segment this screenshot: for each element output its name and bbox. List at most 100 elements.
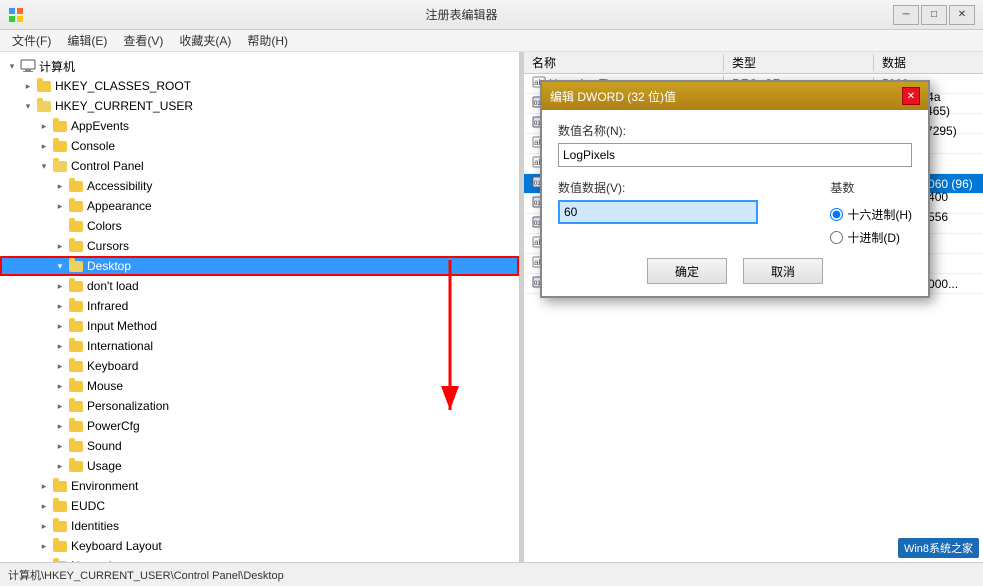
dialog-name-input[interactable] [558, 143, 912, 167]
expander-infrared[interactable]: ▸ [52, 298, 68, 314]
menu-file[interactable]: 文件(F) [4, 30, 59, 51]
hive-icon [36, 78, 52, 94]
tree-label-classes-root: HKEY_CLASSES_ROOT [55, 79, 191, 93]
expander-classes-root[interactable]: ▸ [20, 78, 36, 94]
menu-favorites[interactable]: 收藏夹(A) [171, 30, 239, 51]
expander-accessibility[interactable]: ▸ [52, 178, 68, 194]
expander-identities[interactable]: ▸ [36, 518, 52, 534]
folder-icon-desktop [68, 258, 84, 274]
expander-appevents[interactable]: ▸ [36, 118, 52, 134]
tree-node-eudc[interactable]: ▸ EUDC [0, 496, 519, 516]
tree-node-powercfg[interactable]: ▸ PowerCfg [0, 416, 519, 436]
tree-node-colors[interactable]: ▸ Colors [0, 216, 519, 236]
expander-input-method[interactable]: ▸ [52, 318, 68, 334]
dialog-data-label: 数值数据(V): [558, 179, 814, 196]
radio-dec[interactable] [830, 231, 843, 244]
win8-watermark: Win8系统之家 [898, 538, 979, 558]
folder-icon-keyboard [68, 358, 84, 374]
tree-node-infrared[interactable]: ▸ Infrared [0, 296, 519, 316]
menu-view[interactable]: 查看(V) [115, 30, 171, 51]
tree-node-environment[interactable]: ▸ Environment [0, 476, 519, 496]
radio-hex[interactable] [830, 208, 843, 221]
status-bar: 计算机\HKEY_CURRENT_USER\Control Panel\Desk… [0, 562, 983, 586]
tree-node-cursors[interactable]: ▸ Cursors [0, 236, 519, 256]
menu-bar: 文件(F) 编辑(E) 查看(V) 收藏夹(A) 帮助(H) [0, 30, 983, 52]
tree-node-console[interactable]: ▸ Console [0, 136, 519, 156]
dialog-ok-button[interactable]: 确定 [647, 258, 727, 284]
tree-node-international[interactable]: ▸ International [0, 336, 519, 356]
computer-icon [20, 58, 36, 74]
tree-node-appevents[interactable]: ▸ AppEvents [0, 116, 519, 136]
radio-hex-text: 十六进制(H) [847, 206, 912, 223]
tree-node-classes-root[interactable]: ▸ HKEY_CLASSES_ROOT [0, 76, 519, 96]
maximize-button[interactable]: □ [921, 5, 947, 25]
folder-icon-control-panel [52, 158, 68, 174]
tree-node-usage[interactable]: ▸ Usage [0, 456, 519, 476]
tree-node-keyboard-layout[interactable]: ▸ Keyboard Layout [0, 536, 519, 556]
menu-help[interactable]: 帮助(H) [239, 30, 296, 51]
tree-label-appearance: Appearance [87, 199, 152, 213]
tree-label-cursors: Cursors [87, 239, 129, 253]
radio-hex-label[interactable]: 十六进制(H) [830, 206, 912, 223]
radio-dec-label[interactable]: 十进制(D) [830, 229, 912, 246]
tree-node-appearance[interactable]: ▸ Appearance [0, 196, 519, 216]
close-button[interactable]: ✕ [949, 5, 975, 25]
tree-node-accessibility[interactable]: ▸ Accessibility [0, 176, 519, 196]
tree-label-console: Console [71, 139, 115, 153]
folder-icon-dont-load [68, 278, 84, 294]
expander-environment[interactable]: ▸ [36, 478, 52, 494]
tree-node-identities[interactable]: ▸ Identities [0, 516, 519, 536]
dialog-data-input[interactable] [558, 200, 758, 224]
tree-label-keyboard: Keyboard [87, 359, 138, 373]
dialog-close-button[interactable]: ✕ [902, 87, 920, 105]
dialog-buttons: 确定 取消 [558, 258, 912, 284]
expander-usage[interactable]: ▸ [52, 458, 68, 474]
tree-label-eudc: EUDC [71, 499, 105, 513]
tree-node-input-method[interactable]: ▸ Input Method [0, 316, 519, 336]
expander-current-user[interactable]: ▾ [20, 98, 36, 114]
tree-node-personalization[interactable]: ▸ Personalization [0, 396, 519, 416]
expander-console[interactable]: ▸ [36, 138, 52, 154]
expander-mouse[interactable]: ▸ [52, 378, 68, 394]
col-header-name: 名称 [524, 54, 724, 71]
dword-dialog[interactable]: 编辑 DWORD (32 位)值 ✕ 数值名称(N): 数值数据(V): 基数 … [540, 80, 930, 298]
dialog-base-group: 基数 十六进制(H) 十进制(D) [830, 179, 912, 246]
tree-node-mouse[interactable]: ▸ Mouse [0, 376, 519, 396]
expander-computer[interactable]: ▾ [4, 58, 20, 74]
col-header-data: 数据 [874, 54, 983, 71]
tree-label-mouse: Mouse [87, 379, 123, 393]
folder-icon-personalization [68, 398, 84, 414]
tree-node-control-panel[interactable]: ▾ Control Panel [0, 156, 519, 176]
expander-personalization[interactable]: ▸ [52, 398, 68, 414]
expander-dont-load[interactable]: ▸ [52, 278, 68, 294]
tree-node-computer[interactable]: ▾ 计算机 [0, 56, 519, 76]
folder-icon-international [68, 338, 84, 354]
menu-edit[interactable]: 编辑(E) [59, 30, 115, 51]
folder-icon-sound [68, 438, 84, 454]
tree-node-current-user[interactable]: ▾ HKEY_CURRENT_USER [0, 96, 519, 116]
tree-node-dont-load[interactable]: ▸ don't load [0, 276, 519, 296]
status-path: 计算机\HKEY_CURRENT_USER\Control Panel\Desk… [8, 567, 284, 583]
expander-appearance[interactable]: ▸ [52, 198, 68, 214]
expander-desktop[interactable]: ▾ [52, 258, 68, 274]
expander-keyboard[interactable]: ▸ [52, 358, 68, 374]
minimize-button[interactable]: ─ [893, 5, 919, 25]
tree-label-sound: Sound [87, 439, 122, 453]
col-header-type: 类型 [724, 54, 874, 71]
dialog-cancel-button[interactable]: 取消 [743, 258, 823, 284]
expander-control-panel[interactable]: ▾ [36, 158, 52, 174]
folder-icon-cursors [68, 238, 84, 254]
expander-cursors[interactable]: ▸ [52, 238, 68, 254]
dialog-title: 编辑 DWORD (32 位)值 [550, 88, 676, 105]
registry-tree[interactable]: ▾ 计算机 ▸ HKEY_CLASSES_ROOT ▾ HKEY_CURRENT… [0, 52, 520, 562]
expander-sound[interactable]: ▸ [52, 438, 68, 454]
expander-powercfg[interactable]: ▸ [52, 418, 68, 434]
tree-node-desktop[interactable]: ▾ Desktop [0, 256, 519, 276]
folder-icon-appearance [68, 198, 84, 214]
expander-international[interactable]: ▸ [52, 338, 68, 354]
tree-node-sound[interactable]: ▸ Sound [0, 436, 519, 456]
expander-keyboard-layout[interactable]: ▸ [36, 538, 52, 554]
folder-icon-eudc [52, 498, 68, 514]
tree-node-keyboard[interactable]: ▸ Keyboard [0, 356, 519, 376]
expander-eudc[interactable]: ▸ [36, 498, 52, 514]
